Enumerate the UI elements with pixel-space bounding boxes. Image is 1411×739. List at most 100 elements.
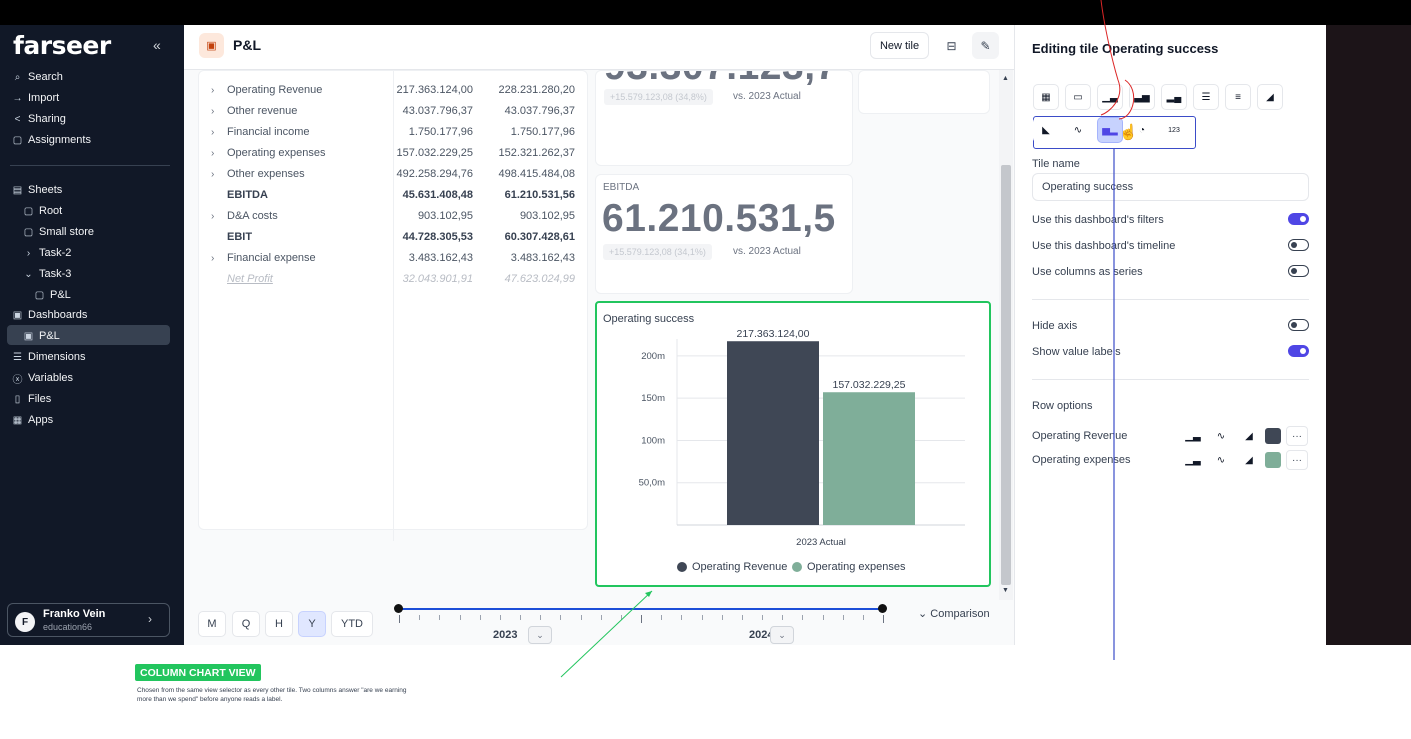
sidebar-item-task-3[interactable]: ⌄ Task-3 <box>23 265 71 283</box>
present-icon[interactable]: ⊟ <box>938 32 965 59</box>
kpi-value-cut: 93.307.123,7 <box>604 71 838 89</box>
filters-toggle[interactable] <box>1288 213 1309 225</box>
sidebar-item-pl-dashboard[interactable]: ▣ P&L <box>23 327 60 345</box>
year-dropdown-2024[interactable]: ⌄ <box>770 626 794 644</box>
series-color-swatch[interactable] <box>1265 452 1281 468</box>
farseer-logo: farseer <box>13 31 111 60</box>
column-series-icon[interactable]: ▁▃ <box>1182 450 1204 470</box>
row-label: Operating expenses <box>227 147 326 159</box>
sidebar-item-variables[interactable]: ⓧ Variables <box>12 369 74 387</box>
timeline-end-handle[interactable] <box>878 604 887 613</box>
new-tile-button[interactable]: New tile <box>870 32 929 59</box>
timeline-tick <box>540 615 542 620</box>
operating-success-chart-tile[interactable]: Operating success 50,0m 100m 150m 200m 217.3… <box>595 301 991 587</box>
sidebar-item-apps[interactable]: ▦ Apps <box>12 411 53 429</box>
sheets-icon: ▤ <box>12 184 23 196</box>
area-series-icon[interactable]: ◢ <box>1238 426 1260 446</box>
nav-import[interactable]: → Import <box>12 89 60 107</box>
scrollbar-thumb[interactable] <box>1001 165 1011 585</box>
table-row[interactable]: › Other expenses 492.258.294,76 498.415.484… <box>211 164 591 184</box>
kpi-tile-ebitda[interactable]: EBITDA 61.210.531,5 +15.579.123,08 (34,1… <box>595 174 853 294</box>
table-row[interactable]: › Operating Revenue 217.363.124,00 228.231.… <box>211 80 591 100</box>
period-year-button[interactable]: Y <box>298 611 326 637</box>
column-view-icon[interactable]: ▁▃ <box>1097 84 1123 110</box>
period-month-button[interactable]: M <box>198 611 226 637</box>
hand-cursor-icon: ☝ <box>1119 124 1138 141</box>
timeline-range[interactable] <box>399 608 883 610</box>
line-view-icon[interactable]: ∿ <box>1065 117 1091 143</box>
hide-axis-toggle[interactable] <box>1288 319 1309 331</box>
table-row[interactable]: › Operating expenses 157.032.229,25 152.321… <box>211 143 591 163</box>
edit-pencil-icon[interactable]: ✎ <box>972 32 999 59</box>
chevron-right-icon[interactable]: › <box>211 85 227 96</box>
table-row[interactable]: › Financial expense 3.483.162,43 3.483.162,… <box>211 248 591 268</box>
chevron-right-icon[interactable]: › <box>211 106 227 117</box>
annotation-text: Chosen from the same view selector as ev… <box>137 687 407 703</box>
table-row: EBIT 44.728.305,53 60.307.428,61 <box>211 227 591 247</box>
period-quarter-button[interactable]: Q <box>232 611 260 637</box>
info-tile[interactable] <box>858 70 990 114</box>
number-view-icon[interactable]: 123 <box>1161 117 1187 143</box>
cell-2023: 1.750.177,96 <box>408 126 473 138</box>
chevron-right-icon[interactable]: › <box>211 148 227 159</box>
table-row[interactable]: › Other revenue 43.037.796,37 43.037.796,37 <box>211 101 591 121</box>
cell-2023: 217.363.124,00 <box>396 84 473 96</box>
chevron-right-icon[interactable]: › <box>211 169 227 180</box>
period-ytd-button[interactable]: YTD <box>331 611 373 637</box>
sidebar-item-root[interactable]: ▢ Root <box>23 202 62 220</box>
table-row[interactable]: › D&A costs 903.102,95 903.102,95 <box>211 206 591 226</box>
stacked-bar-view-icon[interactable]: ≡ <box>1225 84 1251 110</box>
nav-sharing[interactable]: < Sharing <box>12 110 66 128</box>
collapse-sidebar-icon[interactable]: « <box>153 37 161 53</box>
kpi-comparison-text: vs. 2023 Actual <box>733 91 801 102</box>
user-profile-button[interactable]: F Franko Vein education66 › <box>7 603 170 637</box>
table-view-icon[interactable]: ▦ <box>1033 84 1059 110</box>
tile-name-input[interactable]: Operating success <box>1032 173 1309 201</box>
sidebar-item-pl-sheet[interactable]: ▢ P&L <box>34 286 71 304</box>
column-series-icon[interactable]: ▁▃ <box>1182 426 1204 446</box>
chevron-right-icon[interactable]: › <box>211 253 227 264</box>
chevron-right-icon[interactable]: › <box>211 211 227 222</box>
card-view-icon[interactable]: ▭ <box>1065 84 1091 110</box>
more-options-icon[interactable]: ··· <box>1286 426 1308 446</box>
area-view-icon[interactable]: ◢ <box>1257 84 1283 110</box>
kpi-tile-top[interactable]: 93.307.123,7 +15.579.123,08 (34,8%) vs. … <box>595 70 853 166</box>
apps-icon: ▦ <box>12 414 23 426</box>
bar-view-icon[interactable]: ☰ <box>1193 84 1219 110</box>
timeline-tick <box>762 615 763 620</box>
series-color-swatch[interactable] <box>1265 428 1281 444</box>
timeline-start-handle[interactable] <box>394 604 403 613</box>
more-options-icon[interactable]: ··· <box>1286 450 1308 470</box>
sidebar-item-task-2[interactable]: › Task-2 <box>23 244 72 262</box>
page-title: P&L <box>233 37 261 53</box>
timeline-toggle[interactable] <box>1288 239 1309 251</box>
line-series-icon[interactable]: ∿ <box>1210 426 1232 446</box>
scroll-down-icon[interactable]: ▼ <box>1002 587 1009 594</box>
sidebar-item-small-store[interactable]: ▢ Small store <box>23 223 94 241</box>
legend-swatch <box>792 562 802 572</box>
line-series-icon[interactable]: ∿ <box>1210 450 1232 470</box>
columns-as-series-toggle[interactable] <box>1288 265 1309 277</box>
stacked-column-view-icon[interactable]: ▃▅ <box>1129 84 1155 110</box>
edit-tile-panel: Editing tile Operating success ▦ ▭ ▁▃ ▃▅… <box>1014 25 1326 645</box>
period-half-button[interactable]: H <box>265 611 293 637</box>
area-series-icon[interactable]: ◢ <box>1238 450 1260 470</box>
waterfall-view-icon[interactable]: ▂▄ <box>1161 84 1187 110</box>
sidebar-item-dashboards[interactable]: ▣ Dashboards <box>12 306 88 324</box>
scroll-up-icon[interactable]: ▲ <box>1002 75 1009 82</box>
table-row[interactable]: › Financial income 1.750.177,96 1.750.177,9… <box>211 122 591 142</box>
toggle-label-value-labels: Show value labels <box>1032 346 1121 358</box>
chevron-right-icon[interactable]: › <box>211 127 227 138</box>
nav-assignments[interactable]: ▢ Assignments <box>12 131 91 149</box>
stacked-area-view-icon[interactable]: ◣ <box>1033 117 1059 143</box>
comparison-toggle[interactable]: ⌄ Comparison <box>918 607 990 620</box>
sidebar-item-dimensions[interactable]: ☰ Dimensions <box>12 348 85 366</box>
sidebar-divider <box>10 165 170 166</box>
year-dropdown-2023[interactable]: ⌄ <box>528 626 552 644</box>
cell-2024: 47.623.024,99 <box>504 273 575 285</box>
sidebar-item-sheets[interactable]: ▤ Sheets <box>12 181 62 199</box>
value-labels-toggle[interactable] <box>1288 345 1309 357</box>
nav-search[interactable]: ⌕ Search <box>12 68 63 86</box>
pl-table-tile[interactable]: › Operating Revenue 217.363.124,00 228.231.… <box>198 70 591 541</box>
sidebar-item-files[interactable]: ▯ Files <box>12 390 52 408</box>
